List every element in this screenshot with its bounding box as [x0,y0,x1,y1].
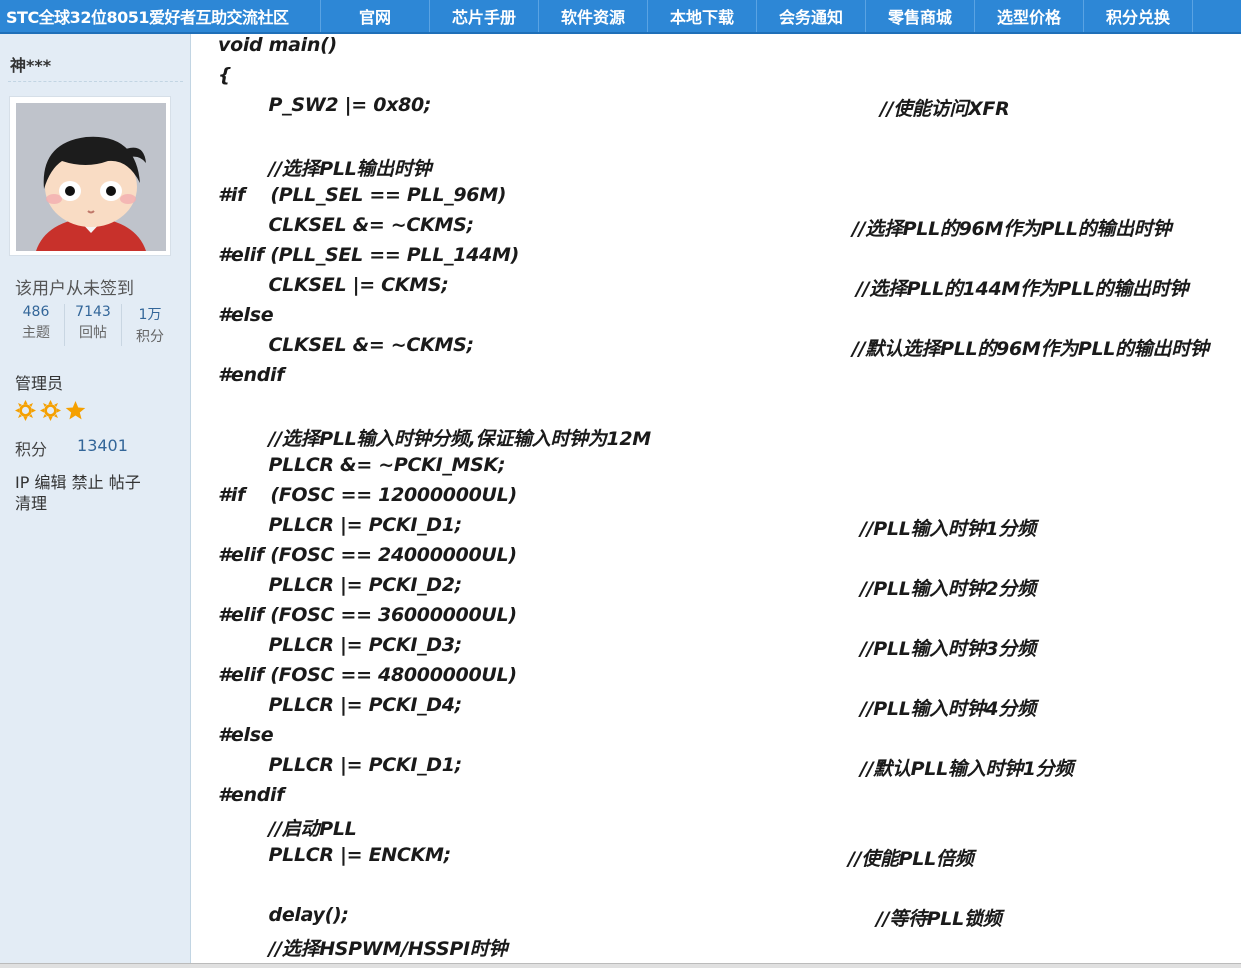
code-comment: //等待PLL锁频 [876,908,1002,930]
stat-threads[interactable]: 486 主题 [8,304,64,346]
code-comment: //PLL输入时钟4分频 [860,698,1036,720]
edit-link[interactable]: 编辑 [34,473,66,492]
code-line: //选择PLL输出时钟 [218,158,432,180]
code-comment: //使能访问XFR [880,98,1010,120]
code-comment: //默认PLL输入时钟1分频 [860,758,1074,780]
code-comment: //选择PLL的144M作为PLL的输出时钟 [856,278,1189,300]
code-comment: //选择PLL的96M作为PLL的输出时钟 [852,218,1172,240]
ban-link[interactable]: 禁止 [72,473,104,492]
code-line: #elif (FOSC == 24000000UL) [218,544,517,566]
code-comment: //PLL输入时钟3分频 [860,638,1036,660]
code-comment: //默认选择PLL的96M作为PLL的输出时钟 [852,338,1209,360]
code-line: PLLCR |= ENCKM; [218,844,452,866]
code-line: delay(); [218,904,350,926]
user-role[interactable]: 管理员 [15,370,63,394]
code-comment: //PLL输入时钟2分频 [860,578,1036,600]
code-line: PLLCR |= PCKI_D1; [218,754,463,776]
username[interactable]: 神*** [10,52,51,76]
user-stats: 486 主题 7143 回帖 1万 积分 [8,304,178,346]
code-line: PLLCR &= ~PCKI_MSK; [218,454,506,476]
code-line: void main() [218,34,337,56]
nav-item-points-exchange[interactable]: 积分兑换 [1083,0,1192,32]
points-label: 积分 [15,440,48,459]
post-code-content: void main() { P_SW2 |= 0x80; //使能访问XFR /… [192,34,1241,967]
stat-replies-value: 7143 [75,304,111,320]
horizontal-scrollbar[interactable] [0,963,1241,968]
code-line: PLLCR |= PCKI_D2; [218,574,463,596]
code-line: //启动PLL [218,818,357,840]
rank-stars [15,400,86,421]
code-line: #else [218,724,274,746]
code-line: #if (FOSC == 12000000UL) [218,484,517,506]
code-comment: //使能PLL倍频 [848,848,974,870]
nav-spacer [1192,0,1241,32]
nav-item-meeting-notice[interactable]: 会务通知 [756,0,865,32]
code-line: P_SW2 |= 0x80; [218,94,432,116]
avatar[interactable] [9,96,171,256]
stat-points-label: 积分 [136,329,164,345]
code-line: //选择PLL输入时钟分频,保证输入时钟为12M [218,428,652,450]
code-line: { [218,64,232,86]
site-title[interactable]: STC全球32位8051爱好者互助交流社区 [0,0,320,32]
points-value: 13401 [77,436,128,455]
code-line: #endif [218,784,285,806]
nav-item-chip-manual[interactable]: 芯片手册 [429,0,538,32]
stat-threads-value: 486 [22,304,50,320]
code-line: #endif [218,364,285,386]
code-line: #else [218,304,274,326]
admin-actions: IP 编辑 禁止 帖子 清理 [15,472,175,514]
sun-icon [40,400,61,421]
divider [8,81,183,82]
nav-item-local-download[interactable]: 本地下载 [647,0,756,32]
signin-status: 该用户从未签到 [15,279,134,299]
ip-link[interactable]: IP [15,473,29,492]
stat-points-value: 1万 [138,307,162,323]
code-line: PLLCR |= PCKI_D4; [218,694,463,716]
code-line: CLKSEL &= ~CKMS; [218,334,475,356]
code-line: //选择HSPWM/HSSPI时钟 [218,938,508,960]
code-line: #elif (PLL_SEL == PLL_144M) [218,244,519,266]
nav-item-selection-price[interactable]: 选型价格 [974,0,1083,32]
star-icon [65,401,86,420]
code-comment: //PLL输入时钟1分频 [860,518,1036,540]
user-info-panel: 神*** 该用户从未签到 486 主题 7143 回帖 1万 积分 管理员 积分… [0,34,191,967]
stat-replies[interactable]: 7143 回帖 [64,304,121,346]
code-line: PLLCR |= PCKI_D1; [218,514,463,536]
nav-item-retail-store[interactable]: 零售商城 [865,0,974,32]
stat-replies-label: 回帖 [79,325,107,341]
points-row: 积分 13401 [15,436,128,460]
avatar-cartoon-icon [16,103,166,251]
code-line: #elif (FOSC == 36000000UL) [218,604,517,626]
cleanup-link[interactable]: 清理 [15,494,47,513]
code-line: PLLCR |= PCKI_D3; [218,634,463,656]
nav-item-software[interactable]: 软件资源 [538,0,647,32]
code-line: #if (PLL_SEL == PLL_96M) [218,184,507,206]
code-line: #elif (FOSC == 48000000UL) [218,664,517,686]
posts-link[interactable]: 帖子 [109,473,141,492]
stat-points[interactable]: 1万 积分 [121,304,178,346]
nav-item-official-site[interactable]: 官网 [320,0,429,32]
sun-icon [15,400,36,421]
code-line: CLKSEL |= CKMS; [218,274,449,296]
code-line: CLKSEL &= ~CKMS; [218,214,475,236]
stat-threads-label: 主题 [22,325,50,341]
top-nav-bar: STC全球32位8051爱好者互助交流社区 官网 芯片手册 软件资源 本地下载 … [0,0,1241,34]
